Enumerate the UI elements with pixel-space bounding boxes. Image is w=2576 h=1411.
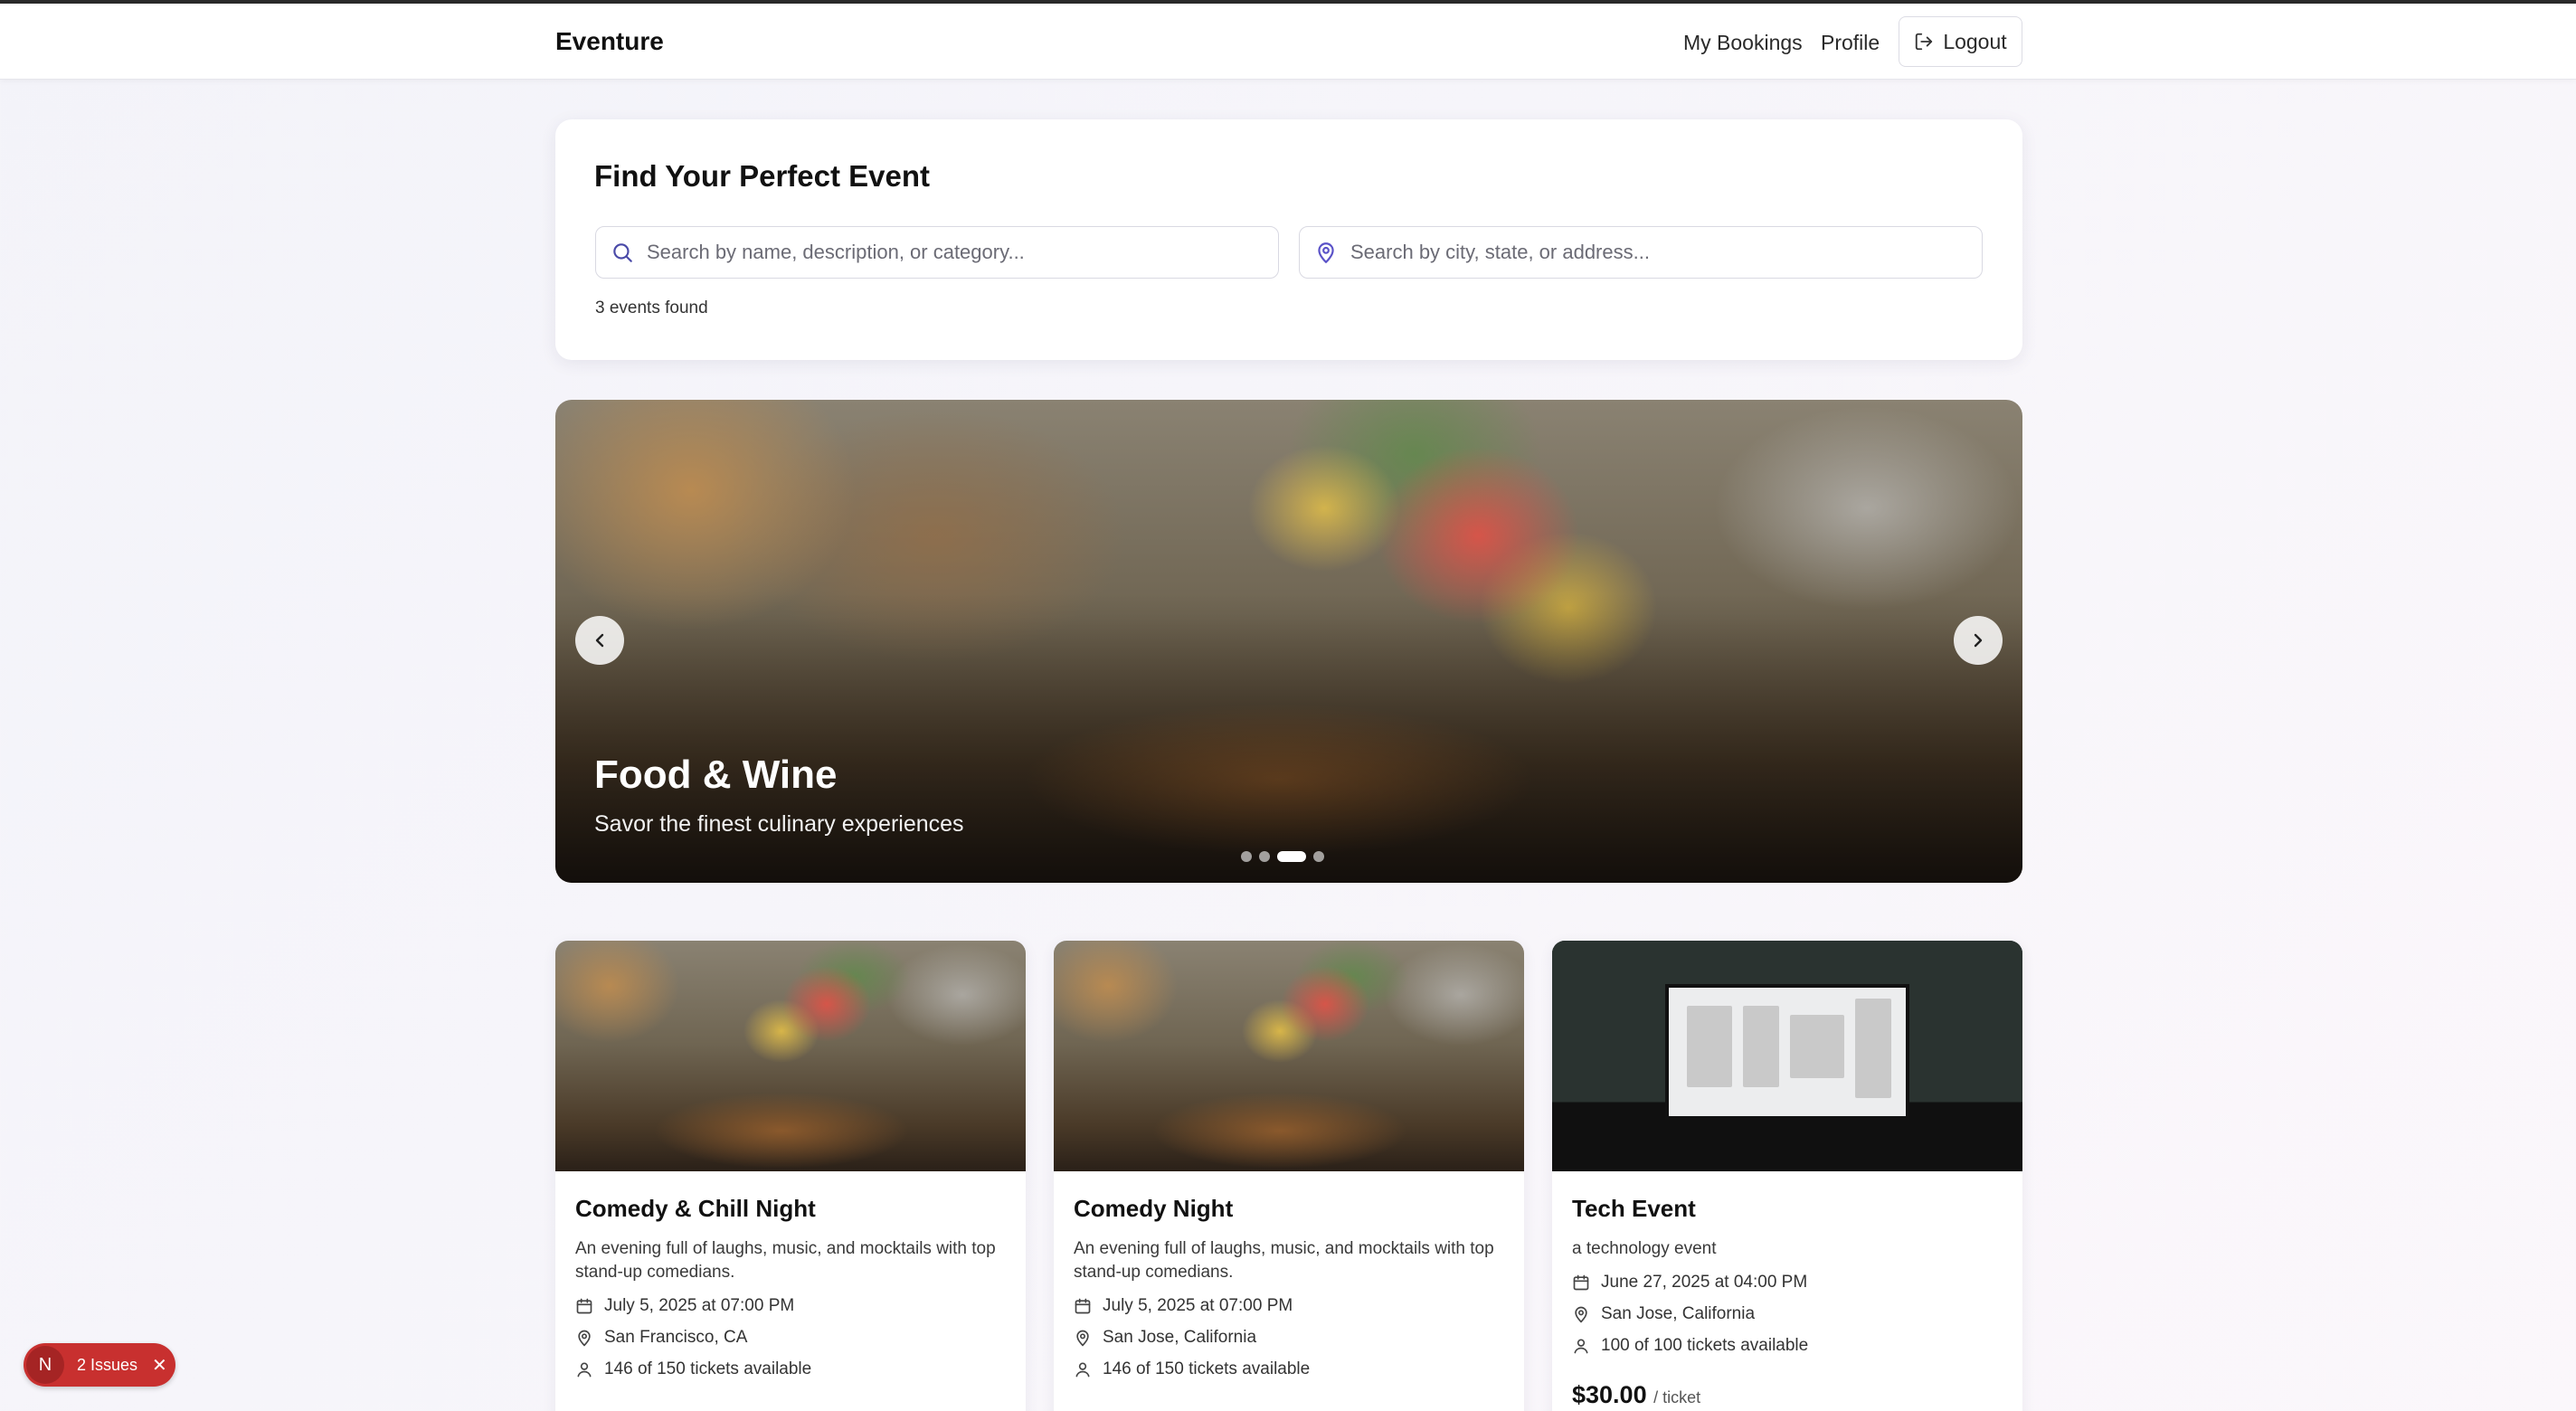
user-icon [1574, 1339, 1588, 1354]
nav-profile[interactable]: Profile [1821, 31, 1880, 55]
event-card[interactable]: Comedy & Chill Night An evening full of l… [555, 941, 1026, 1411]
user-icon [577, 1362, 592, 1378]
name-search-box[interactable] [595, 226, 1279, 279]
logout-label: Logout [1943, 29, 2007, 53]
event-card[interactable]: Tech Event a technology event June 27, 202… [1552, 941, 2022, 1411]
nav-my-bookings[interactable]: My Bookings [1683, 31, 1803, 55]
event-date: July 5, 2025 at 07:00 PM [1074, 1296, 1504, 1316]
carousel-dot[interactable] [1313, 851, 1324, 862]
event-tickets-text: 100 of 100 tickets available [1601, 1336, 1809, 1355]
search-panel: Find Your Perfect Event 3 events found [555, 119, 2022, 360]
event-card-body: Tech Event a technology event June 27, 202… [1552, 1171, 2022, 1411]
results-count: 3 events found [595, 298, 708, 317]
name-search-input[interactable] [647, 241, 1262, 264]
event-image [1552, 941, 2022, 1171]
event-title[interactable]: Comedy Night [1074, 1195, 1504, 1223]
navbar: Eventure My Bookings Profile Logout [0, 4, 2576, 80]
event-date-text: July 5, 2025 at 07:00 PM [604, 1296, 795, 1315]
event-location-text: San Jose, California [1601, 1304, 1756, 1323]
event-date: July 5, 2025 at 07:00 PM [575, 1296, 1006, 1316]
event-tickets-text: 146 of 150 tickets available [1103, 1359, 1311, 1378]
search-icon [613, 243, 632, 262]
event-location-text: San Jose, California [1103, 1328, 1257, 1347]
event-tickets-text: 146 of 150 tickets available [604, 1359, 812, 1378]
event-description: An evening full of laughs, music, and mo… [575, 1239, 996, 1282]
event-location: San Francisco, CA [575, 1328, 1006, 1348]
event-card-body: Comedy & Chill Night An evening full of l… [555, 1171, 1026, 1397]
issues-label: 2 Issues [77, 1355, 138, 1374]
event-date-text: June 27, 2025 at 04:00 PM [1601, 1273, 1808, 1292]
event-card-body: Comedy Night An evening full of laughs, m… [1054, 1171, 1524, 1397]
event-date-text: July 5, 2025 at 07:00 PM [1103, 1296, 1293, 1315]
map-pin-icon [578, 1330, 591, 1347]
user-icon [1075, 1362, 1090, 1378]
event-location: San Jose, California [1074, 1328, 1504, 1348]
chevron-right-icon [1974, 633, 1983, 648]
hero-carousel: Food & Wine Savor the finest culinary ex… [555, 400, 2022, 883]
event-location-text: San Francisco, CA [604, 1328, 748, 1347]
carousel-dots [1241, 851, 1324, 862]
calendar-icon [1075, 1298, 1091, 1314]
map-pin-icon [1076, 1330, 1089, 1347]
hero-subtitle: Savor the finest culinary experiences [594, 811, 964, 837]
carousel-next-button[interactable] [1954, 616, 2003, 665]
location-search-box[interactable] [1299, 226, 1983, 279]
carousel-dot[interactable] [1241, 851, 1252, 862]
brand-logo[interactable]: Eventure [555, 27, 664, 56]
event-tickets: 100 of 100 tickets available [1572, 1336, 2003, 1356]
issues-badge[interactable]: N 2 Issues ✕ [24, 1343, 175, 1387]
hero-title: Food & Wine [594, 753, 838, 797]
location-search-input[interactable] [1350, 241, 1965, 264]
event-title[interactable]: Tech Event [1572, 1195, 2003, 1223]
issues-logo: N [26, 1346, 64, 1384]
event-image [1054, 941, 1524, 1171]
event-location: San Jose, California [1572, 1304, 2003, 1324]
calendar-icon [576, 1298, 592, 1314]
calendar-icon [1573, 1274, 1589, 1291]
map-pin-icon [1318, 242, 1334, 263]
event-tickets: 146 of 150 tickets available [575, 1359, 1006, 1379]
carousel-dot[interactable] [1259, 851, 1270, 862]
map-pin-icon [1575, 1306, 1587, 1323]
carousel-dot[interactable] [1277, 851, 1306, 862]
logout-icon [1916, 33, 1933, 51]
chevron-left-icon [595, 633, 604, 648]
event-price: $30.00 / ticket [1572, 1381, 2003, 1409]
event-description: An evening full of laughs, music, and mo… [1074, 1239, 1494, 1282]
issues-close-icon[interactable]: ✕ [152, 1354, 167, 1377]
event-title[interactable]: Comedy & Chill Night [575, 1195, 1006, 1223]
search-title: Find Your Perfect Event [594, 159, 931, 193]
event-price-value: $30.00 [1572, 1381, 1647, 1408]
event-price-unit: / ticket [1653, 1388, 1701, 1406]
event-image [555, 941, 1026, 1171]
logout-button[interactable]: Logout [1899, 16, 2022, 67]
event-tickets: 146 of 150 tickets available [1074, 1359, 1504, 1379]
event-description: a technology event [1572, 1239, 1717, 1258]
stage-screen [1665, 984, 1909, 1120]
carousel-prev-button[interactable] [575, 616, 624, 665]
event-date: June 27, 2025 at 04:00 PM [1572, 1273, 2003, 1293]
event-card[interactable]: Comedy Night An evening full of laughs, m… [1054, 941, 1524, 1411]
